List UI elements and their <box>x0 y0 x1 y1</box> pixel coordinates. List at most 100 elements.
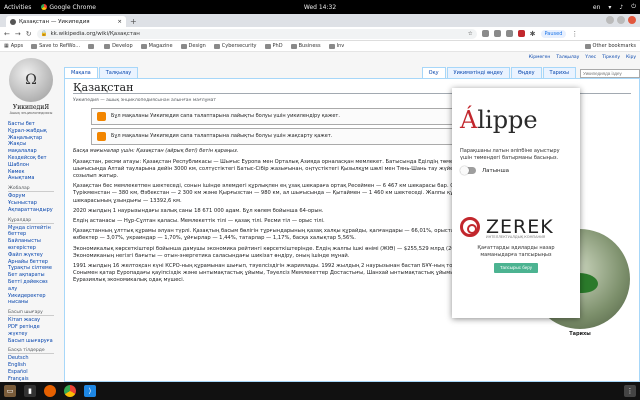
article-paragraph: 1991 жылдың 16 желтоқсан күні КСРО-ның қ… <box>73 263 503 284</box>
address-bar[interactable]: 🔒 kk.wikipedia.org/wiki/Қазақстан ☆ <box>36 28 477 39</box>
back-icon[interactable]: ← <box>4 30 10 38</box>
chrome-icon[interactable] <box>64 385 76 397</box>
tab-article[interactable]: Мақала <box>64 67 98 78</box>
sidebar-link[interactable]: Құрал-жабдық <box>8 128 54 135</box>
sidebar-link[interactable]: Анықтама <box>8 175 54 182</box>
extension-icon[interactable] <box>481 30 489 37</box>
sidebar-link[interactable]: Кездейсоқ бет <box>8 155 54 162</box>
bookmark-item[interactable]: Save to RefWo... <box>31 43 80 49</box>
sidebar-link[interactable]: Басып шығаруға <box>8 338 54 345</box>
new-tab-button[interactable]: + <box>130 16 137 27</box>
sidebar-link[interactable]: Көмек <box>8 169 54 176</box>
sidebar-link[interactable]: Тұрақты сілтеме <box>8 265 54 272</box>
zerek-description: Қағаттарды әдиларды назар маманыдарға та… <box>477 245 555 258</box>
sidebar-link[interactable]: Форум <box>8 193 54 200</box>
other-bookmarks[interactable]: Other bookmarks <box>584 43 636 49</box>
sidebar-link[interactable]: Мұнда сілтейтін беттер <box>8 225 54 239</box>
personal-link[interactable]: Тіркелу <box>602 55 620 60</box>
profile-button[interactable]: Paused <box>540 29 567 38</box>
sidebar-link[interactable]: Байланысты өзгерістер <box>8 238 54 252</box>
folder-icon <box>180 43 187 49</box>
app-menu[interactable]: Google Chrome <box>41 4 96 11</box>
personal-link[interactable]: Кіру <box>626 55 636 60</box>
wiki-logo-subtitle: Ашық энциклопедиясы <box>9 111 53 115</box>
article-paragraph: Елдің астанасы — Нұр-Сұлтан қаласы. Мемл… <box>73 218 325 225</box>
wiki-search-input[interactable] <box>580 69 640 78</box>
language-indicator[interactable]: en <box>593 4 601 11</box>
sidebar-link[interactable]: Deutsch <box>8 355 54 362</box>
maximize-button[interactable] <box>617 16 625 24</box>
sidebar-link[interactable]: English <box>8 362 54 369</box>
sidebar-group-title: Басып шығару <box>8 310 54 317</box>
sidebar-link[interactable]: Ақпараттандыру <box>8 207 54 214</box>
bookmark-folder[interactable]: Cybersecurity <box>213 43 257 49</box>
extensions-puzzle-icon[interactable]: ✱ <box>530 30 536 38</box>
sidebar-link[interactable]: Бетті дәйексөз алу <box>8 279 54 293</box>
bookmark-star-icon[interactable]: ☆ <box>468 31 473 37</box>
sidebar-group-title: Жобалар <box>8 186 54 193</box>
forward-icon[interactable]: → <box>15 30 21 38</box>
close-tab-icon[interactable]: × <box>117 19 122 25</box>
personal-link[interactable]: Үлес <box>585 55 596 60</box>
sidebar-link[interactable]: Español <box>8 369 54 376</box>
sidebar-group-title: Басқа тілдерде <box>8 348 54 355</box>
volume-icon[interactable]: ♪ <box>619 4 623 11</box>
tab-talk[interactable]: Талқылау <box>98 67 139 78</box>
sidebar-link[interactable]: Файл жүктеу <box>8 252 54 259</box>
power-icon[interactable]: ⏻ <box>631 3 636 11</box>
popup-description: Парақшаны латын әліпбіне ауыстыру үшін т… <box>460 148 560 161</box>
bookmark-folder[interactable]: Design <box>180 43 206 49</box>
sidebar-link[interactable]: Бет ақпараты <box>8 272 54 279</box>
minimize-button[interactable] <box>606 16 614 24</box>
files-icon[interactable]: ▭ <box>4 385 16 397</box>
alippe-extension-icon[interactable] <box>517 30 525 37</box>
personal-link[interactable]: Талқылау <box>556 55 579 60</box>
vscode-icon[interactable]: ⟩ <box>84 385 96 397</box>
folder-icon <box>328 43 335 49</box>
sidebar-link[interactable]: Кітап жасау <box>8 317 54 324</box>
sidebar-link[interactable]: Жақсы мақалалар <box>8 141 54 155</box>
sidebar-link[interactable]: Басты бет <box>8 121 54 128</box>
sidebar-link[interactable]: PDF ретінде жүктеу <box>8 324 54 338</box>
tab-edit-source[interactable]: Уикимәтінді өңдеу <box>446 67 510 78</box>
close-window-button[interactable] <box>628 16 636 24</box>
personal-link[interactable]: Кірмеген <box>529 55 551 60</box>
bookmark-item[interactable] <box>88 43 96 49</box>
latin-toggle-switch[interactable] <box>460 166 476 175</box>
sidebar-link[interactable]: Ұсыныстар <box>8 200 54 207</box>
activities-button[interactable]: Activities <box>4 4 31 11</box>
sidebar-link[interactable]: Арнайы беттер <box>8 259 54 266</box>
sidebar-group-title: Құралдар <box>8 218 54 224</box>
terminal-icon[interactable]: ▮ <box>24 385 36 397</box>
firefox-icon[interactable] <box>44 385 56 397</box>
tab-edit[interactable]: Өңдеу <box>510 67 542 78</box>
warning-icon <box>97 112 106 122</box>
wikipedia-globe-logo-icon[interactable]: Ω <box>9 58 53 102</box>
bookmark-folder[interactable]: Inv <box>328 43 344 49</box>
app-grid-icon[interactable]: ⋮ <box>624 385 636 397</box>
reload-icon[interactable]: ↻ <box>26 30 32 38</box>
sidebar-link[interactable]: Шаблон <box>8 162 54 169</box>
wiki-logo-text: УикипедиЯ <box>12 104 50 111</box>
sidebar-link[interactable]: Уикидеректер нысаны <box>8 293 54 307</box>
bookmark-folder[interactable]: Magazine <box>140 43 173 49</box>
extension-icon[interactable] <box>505 30 513 37</box>
browser-tab[interactable]: Қазақстан — Уикипедия × <box>6 16 126 27</box>
extension-icon[interactable] <box>493 30 501 37</box>
bookmark-folder[interactable]: PhD <box>264 43 283 49</box>
order-button[interactable]: Тапсырыс беру <box>494 263 538 273</box>
bookmark-folder[interactable]: Business <box>290 43 321 49</box>
personal-links: Кірмеген Талқылау Үлес Тіркелу Кіру <box>529 55 636 60</box>
bookmark-folder[interactable]: Develop <box>104 43 133 49</box>
bookmark-page-icon <box>88 43 95 49</box>
menu-kebab-icon[interactable]: ⋮ <box>571 30 578 38</box>
bookmark-apps[interactable]: ▦ Apps <box>4 43 23 49</box>
sidebar-link[interactable]: Жаңалықтар <box>8 135 54 142</box>
wiki-sidebar: Ω УикипедиЯ Ашық энциклопедиясы Басты бе… <box>0 52 62 389</box>
page-tabs: Мақала Талқылау Оқу Уикимәтінді өңдеу Өң… <box>64 66 640 78</box>
clock[interactable]: Wed 14:32 <box>304 4 336 11</box>
zerek-emblem-icon <box>460 217 480 237</box>
tab-read[interactable]: Оқу <box>421 67 446 78</box>
tab-history[interactable]: Тарихы <box>542 67 576 78</box>
network-icon[interactable]: ▾ <box>608 4 611 11</box>
